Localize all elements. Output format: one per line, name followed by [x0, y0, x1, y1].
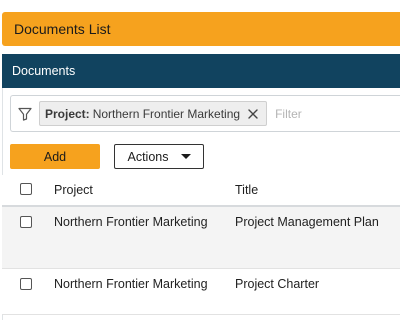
table-header: Project Title [2, 175, 400, 207]
select-all-checkbox[interactable] [20, 183, 32, 195]
filter-chip-value: Northern Frontier Marketing [92, 106, 241, 121]
row-checkbox[interactable] [20, 278, 32, 290]
column-header-project[interactable]: Project [54, 183, 93, 197]
page-header: Documents List [2, 12, 400, 46]
table-row[interactable]: Northern Frontier Marketing Project Char… [2, 269, 400, 315]
filter-chip-project: Project: Northern Frontier Marketing [39, 101, 268, 126]
filter-icon[interactable] [11, 106, 39, 122]
actions-dropdown-button[interactable]: Actions [114, 144, 204, 169]
row-title-cell[interactable]: Project Management Plan [235, 215, 379, 229]
documents-page: Documents List Documents Project: Northe… [0, 0, 400, 320]
documents-panel-header: Documents [2, 54, 400, 88]
page-title: Documents List [14, 21, 111, 37]
close-icon[interactable] [245, 106, 261, 122]
actions-label: Actions [127, 149, 169, 164]
table-row[interactable]: Northern Frontier Marketing Project Mana… [2, 207, 400, 269]
panel-title: Documents [12, 64, 76, 78]
column-header-title[interactable]: Title [235, 183, 258, 197]
row-project-cell: Northern Frontier Marketing [54, 277, 208, 291]
filter-input[interactable] [275, 106, 376, 121]
filter-chip-label: Project: [45, 106, 90, 121]
row-checkbox[interactable] [20, 216, 32, 228]
row-project-cell: Northern Frontier Marketing [54, 215, 208, 229]
add-button[interactable]: Add [10, 144, 100, 169]
filter-bar: Project: Northern Frontier Marketing [10, 95, 400, 132]
row-title-cell[interactable]: Project Charter [235, 277, 319, 291]
chevron-down-icon [180, 154, 191, 159]
